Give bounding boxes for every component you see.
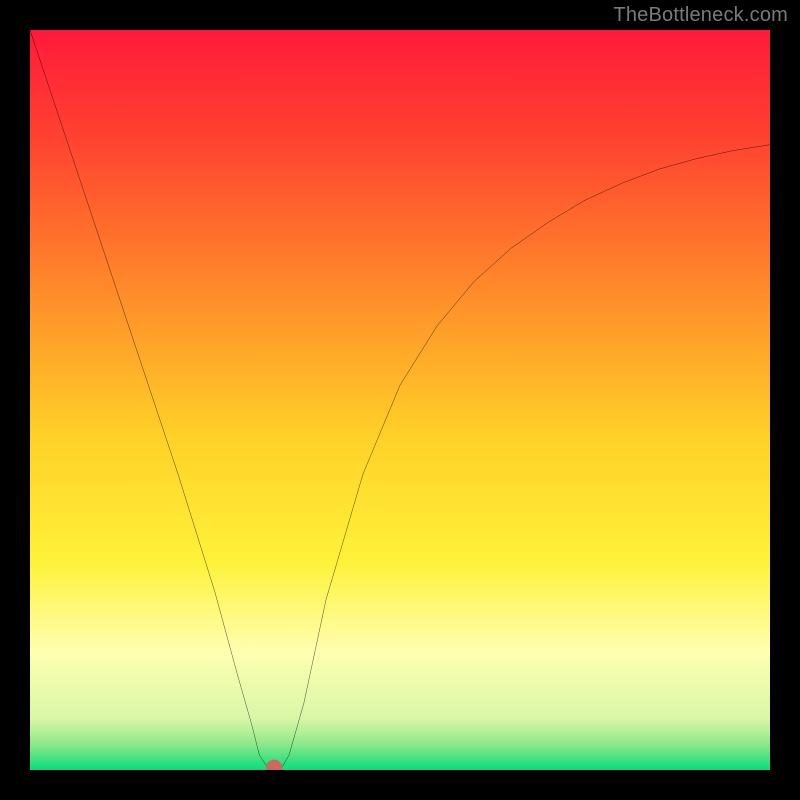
chart-frame: TheBottleneck.com [0, 0, 800, 800]
watermark-text: TheBottleneck.com [613, 4, 788, 27]
gradient-background [30, 30, 770, 770]
bottleneck-chart [30, 30, 770, 770]
